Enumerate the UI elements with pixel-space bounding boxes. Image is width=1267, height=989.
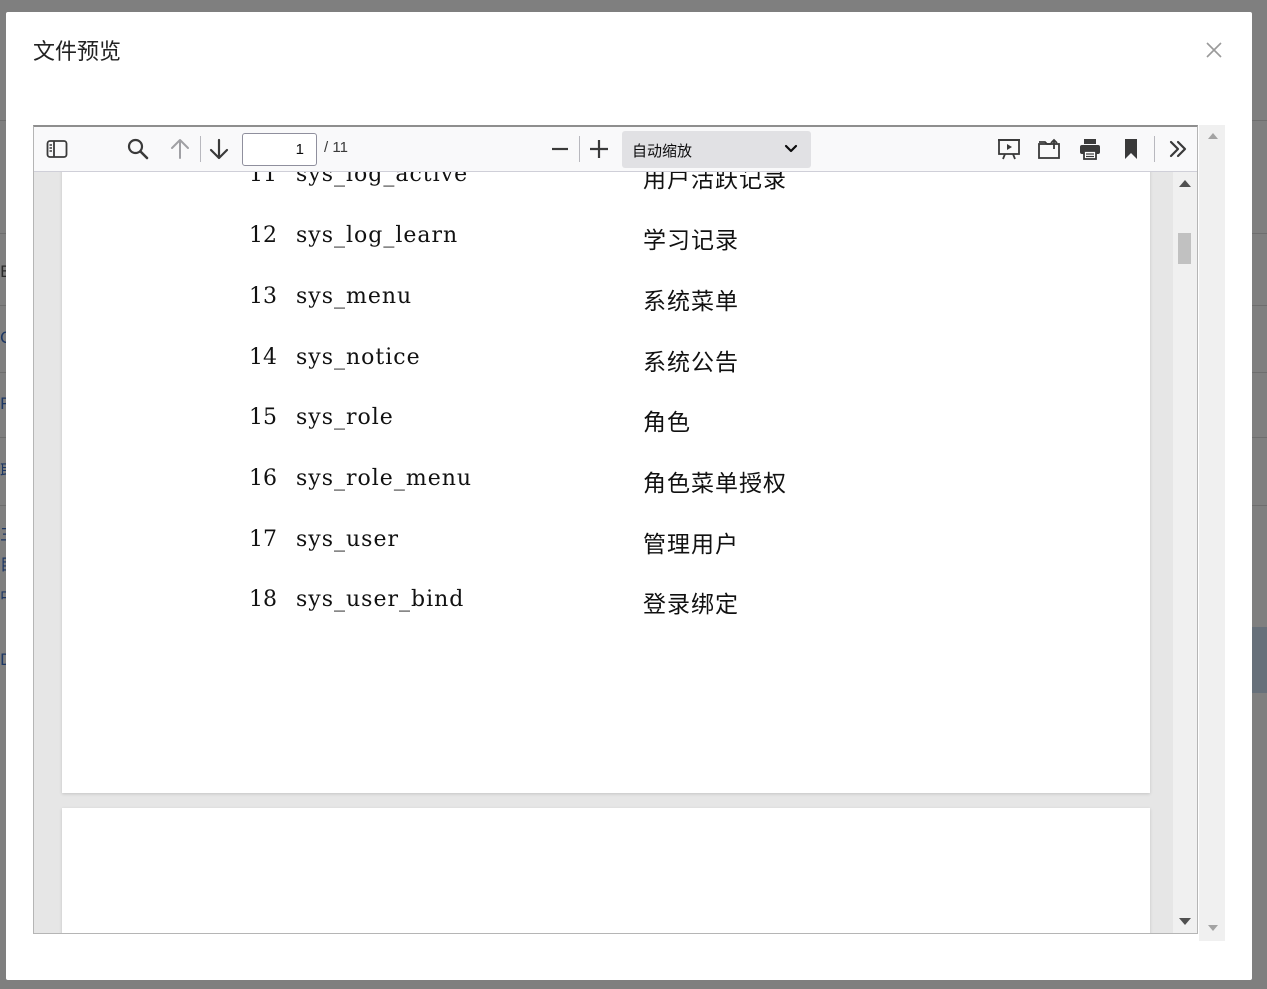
zoom-in-icon [590,140,608,158]
zoom-in-button[interactable] [584,134,614,164]
table-description: 用户活跃记录 [643,172,787,193]
dialog-title: 文件预览 [33,40,122,65]
sidebar-toggle-icon [46,140,68,158]
pdf-page [62,808,1150,933]
previous-page-button[interactable] [165,134,195,164]
table-description: 角色菜单授权 [643,471,787,497]
pdf-viewer: 1 / 11 自动缩放 11 sys_log_active 用户活跃记录 12 … [33,125,1198,934]
table-description: 角色 [643,410,691,436]
bookmark-button[interactable] [1116,134,1146,164]
close-button[interactable] [1202,38,1226,62]
table-description: 学习记录 [643,228,739,254]
find-button[interactable] [123,134,153,164]
zoom-select-value: 自动缩放 [632,142,693,160]
table-name: sys_notice [296,345,421,370]
print-button[interactable] [1075,134,1105,164]
pdf-page: 11 sys_log_active 用户活跃记录 12 sys_log_lear… [62,172,1150,793]
table-name: sys_menu [296,284,413,309]
presentation-icon [998,139,1020,160]
open-file-button[interactable] [1034,134,1064,164]
search-icon [127,138,149,160]
table-name: sys_log_active [296,172,469,187]
bookmark-icon [1125,139,1137,159]
chevron-down-icon [784,144,798,153]
table-name: sys_role [296,405,394,430]
tools-menu-button[interactable] [1163,134,1193,164]
scroll-down-arrow[interactable] [1179,918,1191,925]
table-description: 系统菜单 [643,289,739,315]
double-chevron-right-icon [1169,140,1187,158]
dialog-scrollbar[interactable] [1199,125,1225,941]
sidebar-toggle-button[interactable] [42,134,72,164]
zoom-out-button[interactable] [545,134,575,164]
table-description: 系统公告 [643,350,739,376]
toolbar-separator [579,136,580,162]
row-number: 16 [249,466,277,491]
row-number: 14 [249,345,277,370]
scroll-up-arrow[interactable] [1208,133,1218,139]
arrow-up-icon [171,139,189,159]
pdf-toolbar: 1 / 11 自动缩放 [34,127,1197,172]
table-name: sys_user [296,527,400,552]
zoom-select[interactable]: 自动缩放 [622,131,811,168]
toolbar-separator [200,136,201,162]
viewer-scrollbar[interactable] [1173,172,1197,933]
page-count: / 11 [324,139,348,156]
next-page-button[interactable] [204,134,234,164]
scrollbar-thumb[interactable] [1178,233,1191,264]
close-icon [1206,42,1222,58]
table-name: sys_role_menu [296,466,473,491]
open-file-icon [1038,138,1060,159]
row-number: 11 [249,172,277,187]
presentation-mode-button[interactable] [994,134,1024,164]
table-name: sys_log_learn [296,223,459,248]
file-preview-dialog: 文件预览 1 / 11 自动缩放 11 sys_log_active 用户活跃记… [6,12,1252,980]
zoom-out-icon [552,147,568,151]
row-number: 17 [249,527,277,552]
table-name: sys_user_bind [296,587,465,612]
print-icon [1080,139,1100,160]
page-number-input[interactable]: 1 [242,133,317,166]
row-number: 12 [249,223,277,248]
arrow-down-icon [209,138,229,160]
pdf-viewer-content[interactable]: 11 sys_log_active 用户活跃记录 12 sys_log_lear… [34,172,1197,933]
scroll-down-arrow[interactable] [1208,925,1218,931]
scroll-up-arrow[interactable] [1179,180,1191,187]
table-description: 管理用户 [643,532,739,558]
row-number: 15 [249,405,277,430]
table-description: 登录绑定 [643,592,739,618]
row-number: 18 [249,587,277,612]
row-number: 13 [249,284,277,309]
toolbar-separator [1154,136,1155,162]
